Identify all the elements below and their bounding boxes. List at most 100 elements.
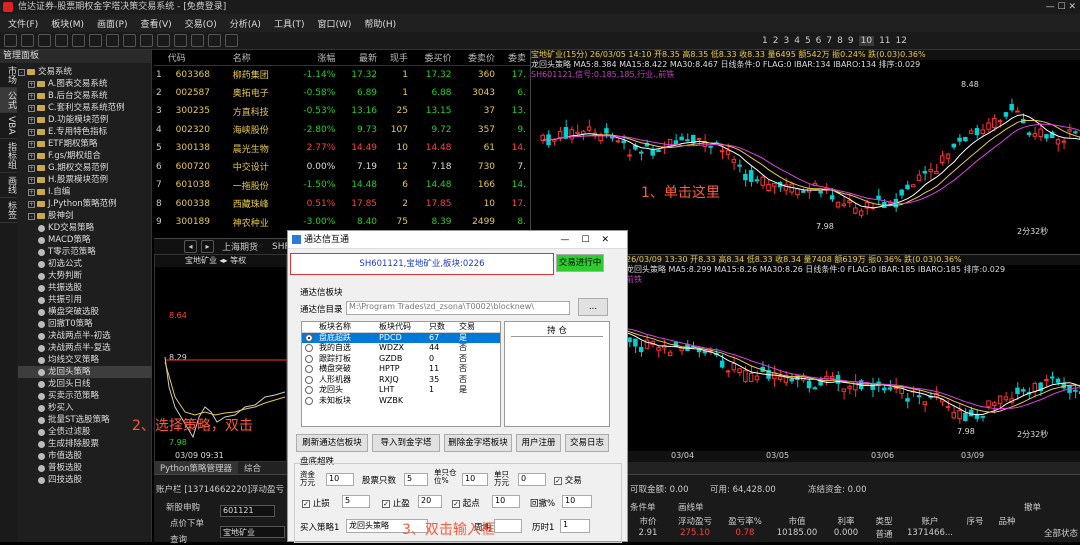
dialog-action-button[interactable]: 删除金字塔板块 xyxy=(444,434,512,452)
param-count-input[interactable]: 5 xyxy=(404,473,428,486)
tree-item[interactable]: + ETF期权策略 xyxy=(18,138,152,150)
period-button[interactable]: 7 xyxy=(826,36,832,46)
toolbar-tool-icon[interactable] xyxy=(174,34,187,47)
expand-toggle-icon[interactable]: + xyxy=(28,92,35,100)
toolbar-tool-icon[interactable] xyxy=(21,34,34,47)
stock-name-input[interactable]: 宝地矿业 xyxy=(220,526,285,538)
block-row[interactable]: 我的自选 WDZX 44 否 xyxy=(302,343,500,354)
param-funds-input[interactable]: 10 xyxy=(326,473,354,486)
toolbar-tool-icon[interactable] xyxy=(72,34,85,47)
kline-chart-top[interactable]: 宝地矿业(15分) 26/03/05 14:10 开8.35 高8.35 低8.… xyxy=(530,50,1080,238)
sidebar-vtab[interactable]: 市场 xyxy=(0,63,17,88)
toolbar-tool-icon[interactable] xyxy=(123,34,136,47)
tree-item[interactable]: - 交易系统 xyxy=(18,66,152,78)
dialog-action-button[interactable]: 刷新通达信板块 xyxy=(296,434,368,452)
menu-item[interactable]: 工具(T) xyxy=(274,17,305,30)
tree-item[interactable]: 决战两点半-初选 xyxy=(18,330,152,342)
expand-toggle-icon[interactable]: - xyxy=(28,212,35,220)
browse-button[interactable]: ... xyxy=(578,298,608,316)
block-radio[interactable] xyxy=(305,386,313,394)
tree-item[interactable]: KD交易策略 xyxy=(18,222,152,234)
expand-toggle-icon[interactable]: - xyxy=(18,68,25,76)
tree-item[interactable]: + E.专用特色指标 xyxy=(18,126,152,138)
menu-item[interactable]: 分析(A) xyxy=(230,17,261,30)
sidebar-vtab[interactable]: 公式 xyxy=(0,88,17,113)
period-input[interactable] xyxy=(494,519,522,533)
menu-item[interactable]: 画面(P) xyxy=(97,17,127,30)
table-row[interactable]: 4 002320 海峡股份 -2.80% 9.73 107 9.72 357 9. xyxy=(154,121,530,140)
dialog-action-button[interactable]: 导入到金字塔 xyxy=(372,434,440,452)
table-header[interactable]: 涨幅 xyxy=(288,50,340,66)
pullback-input[interactable]: 10 xyxy=(562,495,592,508)
block-row[interactable]: 横盘突破 HPTP 11 否 xyxy=(302,364,500,375)
block-row[interactable]: 盘底超跌 PDCD 67 是 xyxy=(302,332,500,343)
expand-toggle-icon[interactable]: + xyxy=(28,164,35,172)
table-row[interactable]: 1 603368 柳药集团 -1.14% 17.32 1 17.32 360 17. xyxy=(154,65,530,84)
tree-item[interactable]: + I.自编 xyxy=(18,186,152,198)
tree-item[interactable]: 回撤T0策略 xyxy=(18,318,152,330)
period-button[interactable]: 3 xyxy=(783,36,789,46)
tree-item[interactable]: 共振引用 xyxy=(18,294,152,306)
expand-toggle-icon[interactable]: + xyxy=(28,140,35,148)
sidebar-vtab[interactable]: 画线 xyxy=(0,173,17,198)
table-row[interactable]: 7 601038 一拖股份 -1.50% 14.48 6 14.48 166 14. xyxy=(154,176,530,195)
menu-item[interactable]: 帮助(H) xyxy=(364,17,396,30)
period-button[interactable]: 6 xyxy=(816,36,822,46)
tree-item[interactable]: 龙回头策略 xyxy=(18,366,152,378)
toolbar-tool-icon[interactable] xyxy=(225,34,238,47)
expand-toggle-icon[interactable]: + xyxy=(28,116,35,124)
period-button[interactable]: 2 xyxy=(773,36,779,46)
tree-item[interactable]: T零示范策略 xyxy=(18,246,152,258)
table-row[interactable]: 2 002587 奥拓电子 -0.58% 6.89 1 6.88 3043 6. xyxy=(154,84,530,103)
query-link[interactable]: 查询 xyxy=(170,533,187,545)
tree-item[interactable]: + C.套利交易系统范例 xyxy=(18,102,152,114)
hist-input[interactable]: 1 xyxy=(560,519,590,533)
period-button[interactable]: 9 xyxy=(848,36,854,46)
tree-item[interactable]: 初选公式 xyxy=(18,258,152,270)
start-input[interactable]: 10 xyxy=(492,495,520,508)
new-ipo-link[interactable]: 新股申购 xyxy=(166,501,200,513)
tree-item[interactable]: + H.股票模块范例 xyxy=(18,174,152,186)
tree-item[interactable]: + G.期权交易范例 xyxy=(18,162,152,174)
period-button[interactable]: 12 xyxy=(896,36,907,46)
block-row[interactable]: 龙回头 LHT 1 是 xyxy=(302,385,500,396)
cancel-order-btn[interactable]: 撤单 xyxy=(1024,501,1041,513)
expand-toggle-icon[interactable]: + xyxy=(28,128,35,136)
block-radio[interactable] xyxy=(305,375,313,384)
period-button[interactable]: 1 xyxy=(762,36,768,46)
tree-item[interactable]: 秒买入 xyxy=(18,402,152,414)
block-row[interactable]: 人形机器 RXJQ 35 否 xyxy=(302,375,500,386)
toolbar-tool-icon[interactable] xyxy=(157,34,170,47)
table-header[interactable]: 最新 xyxy=(339,50,382,66)
tree-item[interactable]: 决战两点半-复选 xyxy=(18,342,152,354)
tab-shanghai-futures[interactable]: 上海期货 xyxy=(222,240,258,253)
start-checkbox[interactable]: ✓ 起点 xyxy=(452,497,480,509)
block-radio[interactable] xyxy=(305,354,313,363)
dialog-titlebar[interactable]: 通达信互通 —☐✕ xyxy=(288,231,627,249)
param-per-stock-input[interactable]: 0 xyxy=(518,473,546,486)
toolbar-tool-icon[interactable] xyxy=(208,34,221,47)
menu-item[interactable]: 查看(V) xyxy=(140,17,171,30)
expand-toggle-icon[interactable]: + xyxy=(28,200,35,208)
tree-item[interactable]: MACD策略 xyxy=(18,234,152,246)
block-radio[interactable] xyxy=(305,344,313,352)
dialog-action-button[interactable]: 交易日志 xyxy=(565,434,609,452)
toolbar-tool-icon[interactable] xyxy=(106,34,119,47)
tree-item[interactable]: 大势判断 xyxy=(18,270,152,282)
trade-checkbox[interactable]: ✓ 交易 xyxy=(554,474,582,486)
window-controls[interactable]: — ☐ ✕ xyxy=(1046,0,1076,14)
table-header[interactable]: 委卖价 xyxy=(455,50,500,66)
tree-item[interactable]: 共振选股 xyxy=(18,282,152,294)
tree-item[interactable]: 均线交叉策略 xyxy=(18,354,152,366)
tab-general[interactable]: 综合 xyxy=(238,462,267,474)
toolbar-tool-icon[interactable] xyxy=(4,34,17,47)
toolbar-tool-icon[interactable] xyxy=(38,34,51,47)
tdx-interop-dialog[interactable]: 通达信互通 —☐✕ SH601121,宝地矿业,板块:0226 交易进行中 通达… xyxy=(287,230,628,543)
menu-item[interactable]: 板块(M) xyxy=(51,17,84,30)
menu-item[interactable]: 窗口(W) xyxy=(317,17,351,30)
table-header[interactable] xyxy=(154,50,168,66)
param-position-input[interactable]: 10 xyxy=(462,473,488,486)
table-header[interactable]: 代码 xyxy=(167,50,233,66)
tree-item[interactable]: + A.图表交易系统 xyxy=(18,78,152,90)
tree-item[interactable]: 四技选股 xyxy=(18,474,152,486)
